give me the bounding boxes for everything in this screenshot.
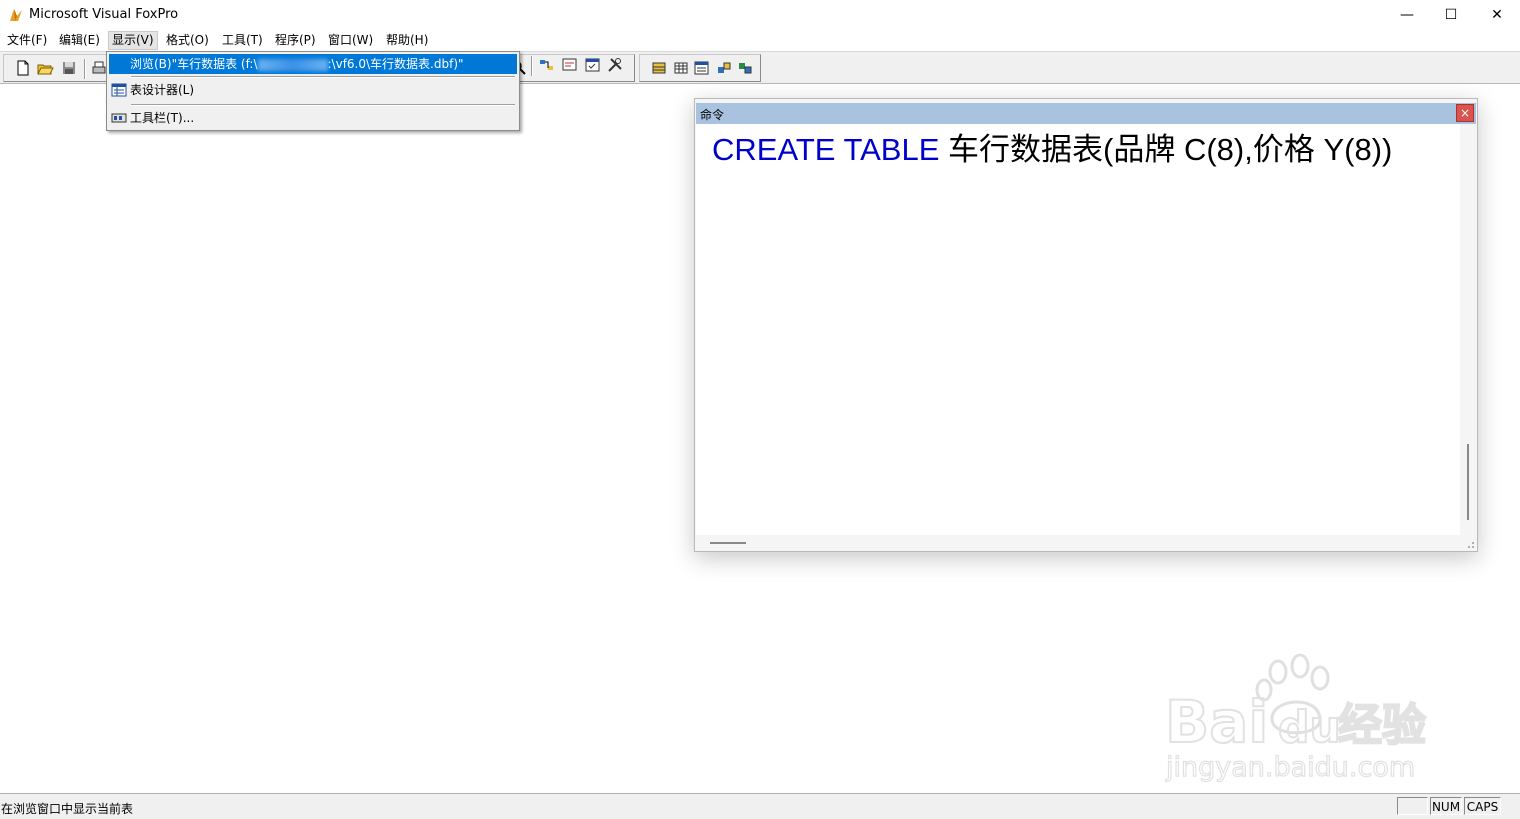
toolbar-icon — [111, 113, 127, 123]
command-input-area[interactable]: CREATE TABLE 车行数据表(品牌 C(8),价格 Y(8)) — [696, 124, 1460, 535]
redacted-path — [257, 58, 328, 71]
menu-item-browse[interactable]: 浏览(B)"车行数据表 (f:\:\vf6.0\车行数据表.dbf)" — [109, 54, 517, 74]
menu-separator — [131, 104, 515, 106]
vertical-scroll-thumb[interactable] — [1467, 444, 1469, 520]
new-file-icon[interactable] — [14, 59, 32, 77]
toolbar-separator — [531, 56, 533, 76]
svg-text:Bai: Bai — [1165, 688, 1268, 756]
table-icon[interactable] — [672, 59, 690, 77]
table-designer-icon — [111, 83, 127, 97]
maximize-button[interactable]: ☐ — [1428, 0, 1474, 30]
menu-program[interactable]: 程序(P) — [272, 32, 319, 49]
resize-grip-icon[interactable] — [1465, 539, 1475, 549]
menu-file[interactable]: 文件(F) — [4, 32, 50, 49]
command-window-title-bar[interactable]: 命令 × — [696, 103, 1476, 124]
horizontal-scrollbar[interactable] — [696, 535, 1460, 549]
baidu-jingyan-watermark: Bai du 经验 jingyan.baidu.com — [1164, 653, 1427, 784]
query-icon[interactable] — [715, 59, 733, 77]
command-arguments: 车行数据表(品牌 C(8),价格 Y(8)) — [939, 132, 1393, 167]
menu-help[interactable]: 帮助(H) — [383, 32, 431, 49]
command-keyword: CREATE TABLE — [712, 132, 940, 167]
tools-icon[interactable] — [606, 56, 624, 74]
command-window-title: 命令 — [700, 108, 725, 122]
menu-view[interactable]: 显示(V) — [108, 31, 158, 50]
save-icon[interactable] — [60, 59, 78, 77]
connections-icon[interactable] — [538, 56, 556, 74]
form-designer-icon[interactable] — [584, 56, 602, 74]
svg-text:经验: 经验 — [1338, 700, 1426, 751]
status-num-indicator: NUM — [1430, 797, 1462, 815]
menu-separator — [131, 76, 515, 78]
view-menu-dropdown: 浏览(B)"车行数据表 (f:\:\vf6.0\车行数据表.dbf)" 表设计器… — [106, 51, 520, 131]
horizontal-scroll-thumb[interactable] — [710, 542, 746, 544]
svg-text:du: du — [1278, 702, 1341, 753]
toolbar-separator — [84, 59, 86, 79]
menu-window[interactable]: 窗口(W) — [325, 32, 376, 49]
command-window-close-button[interactable]: × — [1456, 104, 1474, 122]
menu-item-table-designer[interactable]: 表设计器(L) — [109, 80, 517, 100]
command-window: 命令 × CREATE TABLE 车行数据表(品牌 C(8),价格 Y(8)) — [694, 98, 1478, 552]
menu-tools[interactable]: 工具(T) — [219, 32, 266, 49]
status-message: 在浏览窗口中显示当前表 — [1, 802, 134, 816]
menu-format[interactable]: 格式(O) — [163, 32, 212, 49]
menu-bar: 文件(F) 编辑(E) 显示(V) 格式(O) 工具(T) 程序(P) 窗口(W… — [0, 30, 1520, 50]
title-bar: Microsoft Visual FoxPro — ☐ ✕ — [0, 0, 1520, 30]
status-bar: 在浏览窗口中显示当前表 NUM CAPS — [0, 793, 1520, 819]
view-icon[interactable] — [736, 59, 754, 77]
vertical-scrollbar[interactable] — [1461, 124, 1475, 535]
form-wizard-icon[interactable] — [561, 56, 579, 74]
svg-text:jingyan.baidu.com: jingyan.baidu.com — [1165, 752, 1415, 783]
command-line: CREATE TABLE 车行数据表(品牌 C(8),价格 Y(8)) — [712, 124, 1392, 169]
open-folder-icon[interactable] — [36, 59, 54, 77]
menu-item-browse-label: 浏览(B)"车行数据表 (f:\:\vf6.0\车行数据表.dbf)" — [130, 57, 464, 71]
menu-edit[interactable]: 编辑(E) — [56, 32, 103, 49]
status-caps-indicator: CAPS — [1464, 797, 1501, 815]
window-title: Microsoft Visual FoxPro — [29, 7, 179, 22]
toolbar-group-database — [639, 54, 761, 82]
close-button[interactable]: ✕ — [1474, 0, 1520, 30]
browse-window-icon[interactable] — [693, 59, 711, 77]
status-panel-blank — [1397, 797, 1428, 815]
minimize-button[interactable]: — — [1384, 0, 1430, 30]
menu-item-toolbars[interactable]: 工具栏(T)... — [109, 108, 517, 128]
foxpro-logo-icon — [10, 9, 22, 21]
database-icon[interactable] — [650, 59, 668, 77]
